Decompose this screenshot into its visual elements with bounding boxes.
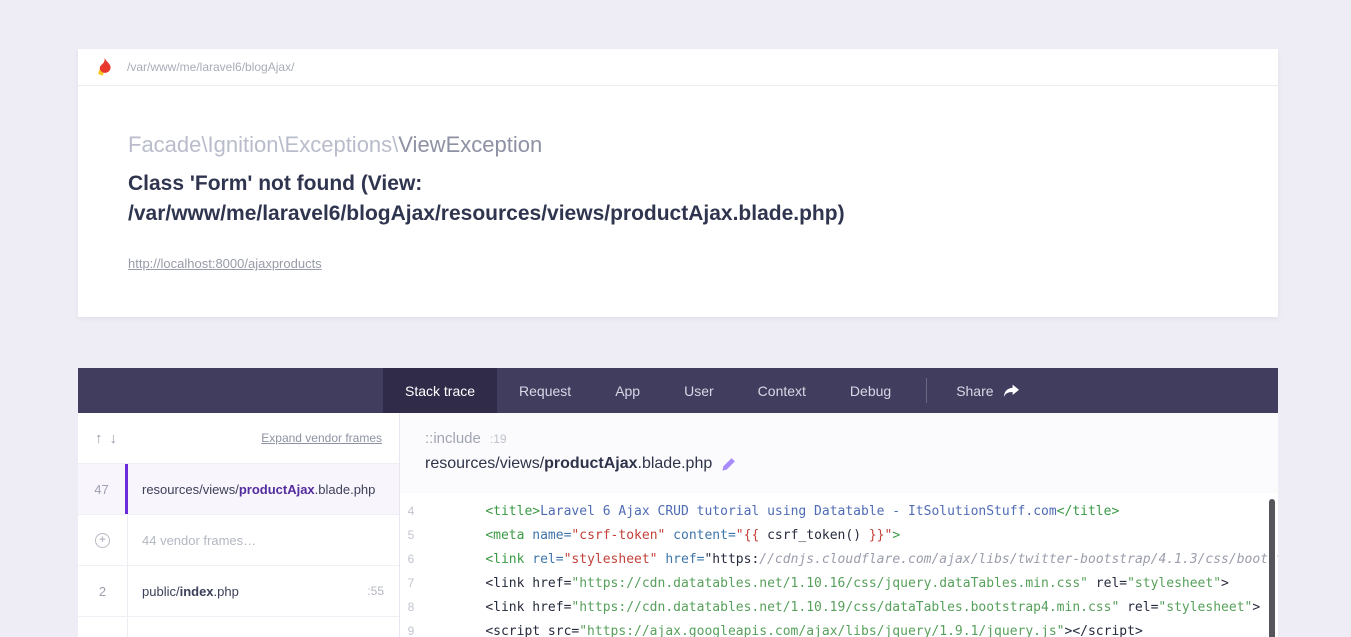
stack-trace-panels: ↑ ↓ Expand vendor frames 47 resources/vie… (78, 413, 1278, 637)
frame-file: 44 vendor frames… (142, 532, 257, 548)
frame-down-icon[interactable]: ↓ (110, 430, 118, 447)
frame-file-row: resources/views/productAjax .blade.php (425, 455, 1278, 473)
frame-up-icon[interactable]: ↑ (95, 430, 103, 447)
share-label: Share (956, 382, 994, 399)
error-body: Facade\Ignition\Exceptions\ViewException… (78, 86, 1278, 317)
code-line: 4 <title>Laravel 6 Ajax CRUD tutorial us… (407, 503, 1120, 519)
frame-row[interactable]: 1server.php :21 (78, 617, 399, 637)
file-path-bold: productAjax (544, 455, 638, 472)
error-card: /var/www/me/laravel6/blogAjax/ Facade\Ig… (78, 49, 1278, 317)
app-path: /var/www/me/laravel6/blogAjax/ (127, 60, 295, 74)
frame-file: resources/views/productAjax .blade.php (142, 481, 376, 497)
edit-pencil-icon[interactable] (721, 457, 736, 472)
frame-nav-arrows: ↑ ↓ (95, 430, 117, 447)
plus-circle-icon: + (78, 515, 128, 565)
frame-line-number: :55 (367, 584, 384, 598)
code-lines: 4 <title>Laravel 6 Ajax CRUD tutorial us… (400, 499, 1278, 637)
tab-context[interactable]: Context (736, 368, 828, 413)
vendor-frames-row[interactable]: +44 vendor frames… (78, 515, 399, 566)
exception-classname: ViewException (398, 132, 543, 157)
tab-list: Stack trace Request App User Context Debug (383, 368, 913, 413)
frame-method-row: ::include :19 (425, 430, 1278, 447)
tab-bar: Stack trace Request App User Context Debug Sh… (78, 368, 1278, 413)
tab-debug[interactable]: Debug (828, 368, 913, 413)
frame-count: 2 (78, 566, 128, 616)
page-container: /var/www/me/laravel6/blogAjax/ Facade\Ig… (78, 0, 1278, 637)
request-url-link[interactable]: http://localhost:8000/ajaxproducts (128, 256, 322, 271)
tab-app[interactable]: App (593, 368, 662, 413)
frame-file: server.php (128, 617, 206, 637)
frames-sidebar: ↑ ↓ Expand vendor frames 47 resources/vie… (78, 413, 400, 637)
tab-user[interactable]: User (662, 368, 736, 413)
file-path-pre: resources/views/ (425, 455, 545, 472)
expand-vendor-frames-link[interactable]: Expand vendor frames (261, 431, 382, 445)
code-line: 8 <link href="https://cdn.datatables.net… (407, 599, 1261, 615)
frame-method: ::include (425, 430, 481, 447)
tab-divider (926, 378, 928, 403)
code-snippet: 4 <title>Laravel 6 Ajax CRUD tutorial us… (400, 493, 1278, 637)
frame-count: 1 (78, 617, 128, 637)
tab-stack-trace[interactable]: Stack trace (383, 368, 498, 413)
ignition-flame-icon (97, 57, 114, 77)
code-line: 5 <meta name="csrf-token" content="{{ cs… (407, 527, 901, 543)
frame-file: public/index .php (142, 583, 239, 599)
code-scrollbar[interactable] (1269, 499, 1275, 637)
sidebar-header: ↑ ↓ Expand vendor frames (78, 413, 399, 464)
tab-request[interactable]: Request (497, 368, 593, 413)
code-panel: ::include :19 resources/views/productAjax… (400, 413, 1278, 637)
frame-count: 47 (78, 464, 128, 514)
code-header: ::include :19 resources/views/productAjax… (400, 413, 1278, 493)
exception-namespace: Facade\Ignition\Exceptions\ (128, 132, 399, 157)
frame-list: 47 resources/views/productAjax .blade.php +… (78, 464, 399, 637)
share-button[interactable]: Share (940, 368, 1034, 413)
frame-line-number: :21 (367, 617, 399, 637)
exception-class: Facade\Ignition\Exceptions\ViewException (128, 132, 1228, 158)
code-line: 6 <link rel="stylesheet" href="https://c… (407, 551, 1278, 567)
frame-row[interactable]: 2 public/index .php :55 (78, 566, 399, 617)
frame-row[interactable]: 47 resources/views/productAjax .blade.php (78, 464, 399, 515)
share-arrow-icon (1003, 384, 1019, 398)
frame-method-line: :19 (489, 432, 507, 446)
card-topbar: /var/www/me/laravel6/blogAjax/ (78, 49, 1278, 86)
exception-message: Class 'Form' not found (View: /var/www/m… (128, 172, 845, 225)
code-line: 7 <link href="https://cdn.datatables.net… (407, 575, 1229, 591)
code-line: 9 <script src="https://ajax.googleapis.c… (407, 623, 1143, 637)
file-path-post: .blade.php (637, 455, 713, 472)
